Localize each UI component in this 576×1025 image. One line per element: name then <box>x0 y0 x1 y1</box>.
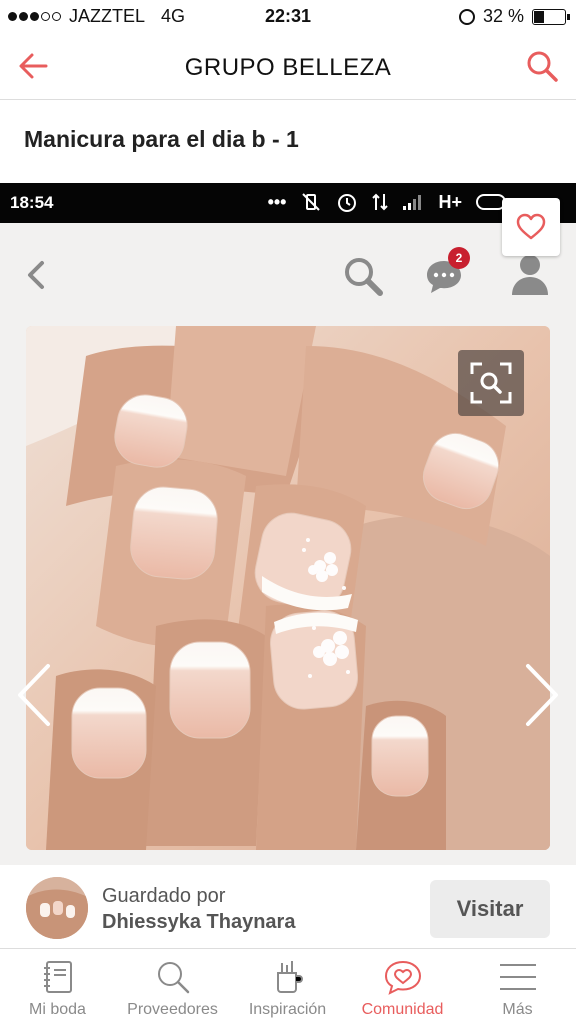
next-image-arrow[interactable] <box>522 660 562 730</box>
battery-icon <box>532 8 570 25</box>
tab-mas[interactable]: Más <box>460 949 575 1025</box>
tab-label: Proveedores <box>127 1001 218 1018</box>
expand-search-icon <box>470 362 512 404</box>
search-icon <box>157 962 189 994</box>
tab-label: Mi boda <box>29 1001 86 1018</box>
menu-icon <box>499 964 536 990</box>
tab-label: Comunidad <box>361 1001 444 1018</box>
tab-proveedores[interactable]: Proveedores <box>115 949 230 1025</box>
notebook-icon <box>43 961 72 993</box>
embedded-network: H+ <box>438 191 462 212</box>
saved-by-user-name[interactable]: Dhiessyka Thaynara <box>102 911 295 934</box>
signal-bars-icon <box>403 195 422 210</box>
top-navbar: GRUPO BELLEZA <box>0 34 576 100</box>
embedded-time: 18:54 <box>10 193 54 212</box>
tab-comunidad[interactable]: Comunidad <box>345 949 460 1025</box>
embedded-status-icons: ••• H+ <box>268 191 506 213</box>
visit-button[interactable]: Visitar <box>430 880 550 938</box>
tab-label: Más <box>502 1001 533 1018</box>
saved-by-label: Guardado por <box>102 885 226 907</box>
save-heart-button[interactable] <box>502 198 560 256</box>
embedded-status-bar: 18:54 ••• H+ <box>0 183 576 223</box>
status-right: 32 % <box>458 6 570 27</box>
heart-icon <box>516 213 546 240</box>
battery-percent: 32 % <box>482 6 524 26</box>
tab-mi-boda[interactable]: Mi boda <box>0 949 115 1025</box>
embedded-back-icon[interactable] <box>22 255 52 295</box>
bottom-tab-bar: Mi boda Proveedores Inspiración Comunida… <box>0 948 576 1024</box>
previous-image-arrow[interactable] <box>14 660 54 730</box>
chevron-right-icon <box>526 664 558 726</box>
avatar[interactable] <box>26 877 88 939</box>
data-transfer-icon <box>372 193 389 211</box>
embedded-search-icon[interactable] <box>340 253 386 299</box>
vibrate-off-icon <box>302 193 321 211</box>
page-title: GRUPO BELLEZA <box>184 54 392 81</box>
community-heart-icon <box>384 960 421 995</box>
alarm-icon <box>458 8 475 25</box>
tab-label: Inspiración <box>248 1001 327 1018</box>
saved-by-row: Guardado por Dhiessyka Thaynara Visitar <box>0 865 576 947</box>
embedded-chat-icon[interactable]: 2 <box>424 247 472 299</box>
chevron-left-icon <box>18 664 50 726</box>
status-bar: JAZZTEL 4G 22:31 32 % <box>0 0 576 34</box>
zoom-button[interactable] <box>458 350 524 416</box>
tab-inspiracion[interactable]: Inspiración <box>230 949 345 1025</box>
search-icon[interactable] <box>522 46 562 86</box>
post-title: Manicura para el dia b - 1 <box>24 126 299 152</box>
embedded-user-icon[interactable] <box>508 251 552 299</box>
inspiration-icon <box>276 961 303 993</box>
more-dots-icon: ••• <box>267 191 287 212</box>
alarm-icon <box>338 194 357 212</box>
chat-count-badge: 2 <box>448 247 470 269</box>
